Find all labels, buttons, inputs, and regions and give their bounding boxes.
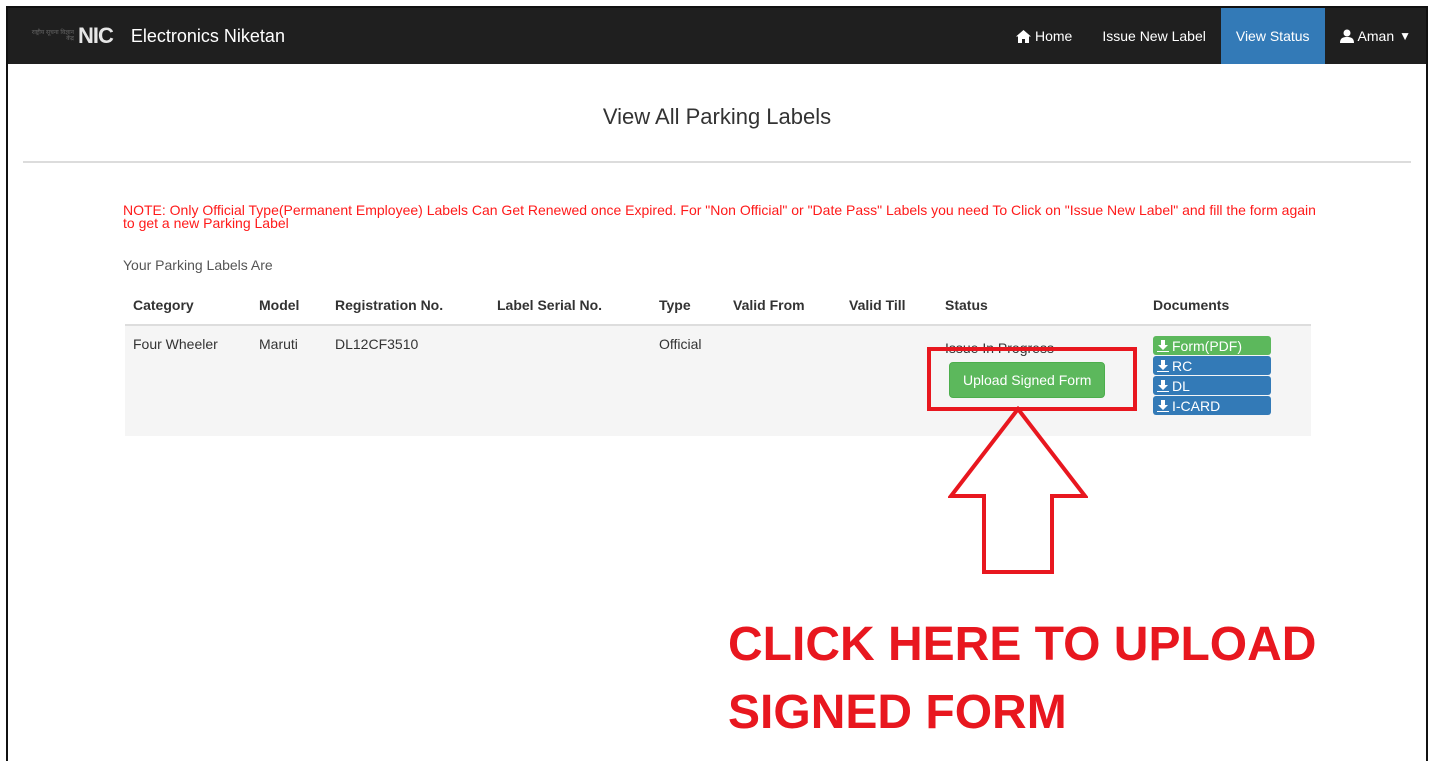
col-model: Model (251, 286, 327, 326)
nic-logo-small-text: राष्ट्रीय सूचना विज्ञान केंद्र (31, 30, 74, 42)
cell-type: Official (659, 336, 702, 352)
navbar: राष्ट्रीय सूचना विज्ञान केंद्र NIC Elect… (8, 8, 1426, 64)
col-valid-from: Valid From (725, 286, 841, 326)
nav-home-label: Home (1034, 28, 1073, 44)
doc-label: RC (1172, 357, 1193, 374)
divider (23, 161, 1411, 163)
nav-issue-new-label-text: Issue New Label (1102, 28, 1206, 44)
doc-label: Form(PDF) (1172, 337, 1242, 354)
callout-line-2: SIGNED FORM (728, 686, 1067, 739)
nic-logo: राष्ट्रीय सूचना विज्ञान केंद्र NIC (28, 23, 114, 49)
cell-documents: Form(PDF) RC DL I-CARD (1145, 325, 1311, 436)
cell-valid-from (725, 325, 841, 436)
download-icard-button[interactable]: I-CARD (1153, 396, 1271, 415)
nav-view-status-text: View Status (1235, 28, 1310, 44)
upload-signed-form-button[interactable]: Upload Signed Form (949, 362, 1106, 398)
col-registration: Registration No. (327, 286, 489, 326)
brand-title[interactable]: Electronics Niketan (131, 26, 285, 47)
download-icon (1157, 379, 1169, 392)
nav-menu: Home Issue New Label View Status Aman ▼ (1001, 8, 1426, 64)
caret-down-icon: ▼ (1399, 29, 1411, 43)
user-icon (1339, 29, 1354, 43)
table-row: Four Wheeler Maruti DL12CF3510 Official … (125, 325, 1311, 436)
cell-category: Four Wheeler (133, 336, 218, 352)
download-form-pdf-button[interactable]: Form(PDF) (1153, 336, 1271, 355)
up-arrow-annotation (948, 406, 1088, 574)
page-title: View All Parking Labels (602, 104, 832, 129)
col-type: Type (651, 286, 725, 326)
download-dl-button[interactable]: DL (1153, 376, 1271, 395)
doc-label: I-CARD (1172, 397, 1221, 414)
cell-serial (489, 325, 651, 436)
parking-labels-table: Category Model Registration No. Label Se… (125, 286, 1311, 436)
cell-valid-till (841, 325, 937, 436)
callout-line-1: CLICK HERE TO UPLOAD (728, 618, 1317, 671)
renewal-note: NOTE: Only Official Type(Permanent Emplo… (123, 202, 1316, 231)
download-icon (1157, 359, 1169, 372)
browser-frame: राष्ट्रीय सूचना विज्ञान केंद्र NIC Elect… (6, 6, 1428, 761)
download-rc-button[interactable]: RC (1153, 356, 1271, 375)
user-name: Aman (1357, 28, 1395, 44)
nav-view-status[interactable]: View Status (1220, 8, 1325, 64)
cell-model: Maruti (259, 336, 298, 352)
home-icon (1015, 29, 1031, 43)
nic-logo-mark: NIC (78, 23, 114, 48)
col-valid-till: Valid Till (841, 286, 937, 326)
table-header-row: Category Model Registration No. Label Se… (125, 286, 1311, 326)
status-text: Issue In Progress (945, 340, 1054, 356)
upload-callout: CLICK HERE TO UPLOAD SIGNED FORM (728, 611, 1368, 747)
col-serial: Label Serial No. (489, 286, 651, 326)
col-documents: Documents (1145, 286, 1311, 326)
col-category: Category (125, 286, 251, 326)
nav-issue-new-label[interactable]: Issue New Label (1087, 8, 1221, 64)
labels-subheading: Your Parking Labels Are (123, 257, 273, 273)
cell-registration: DL12CF3510 (335, 336, 419, 352)
doc-label: DL (1172, 377, 1190, 394)
brand[interactable]: राष्ट्रीय सूचना विज्ञान केंद्र NIC Elect… (8, 8, 285, 64)
nav-home[interactable]: Home (1001, 8, 1087, 64)
col-status: Status (937, 286, 1145, 326)
nav-user-menu[interactable]: Aman ▼ (1325, 8, 1426, 64)
download-icon (1157, 339, 1169, 352)
download-icon (1157, 399, 1169, 412)
